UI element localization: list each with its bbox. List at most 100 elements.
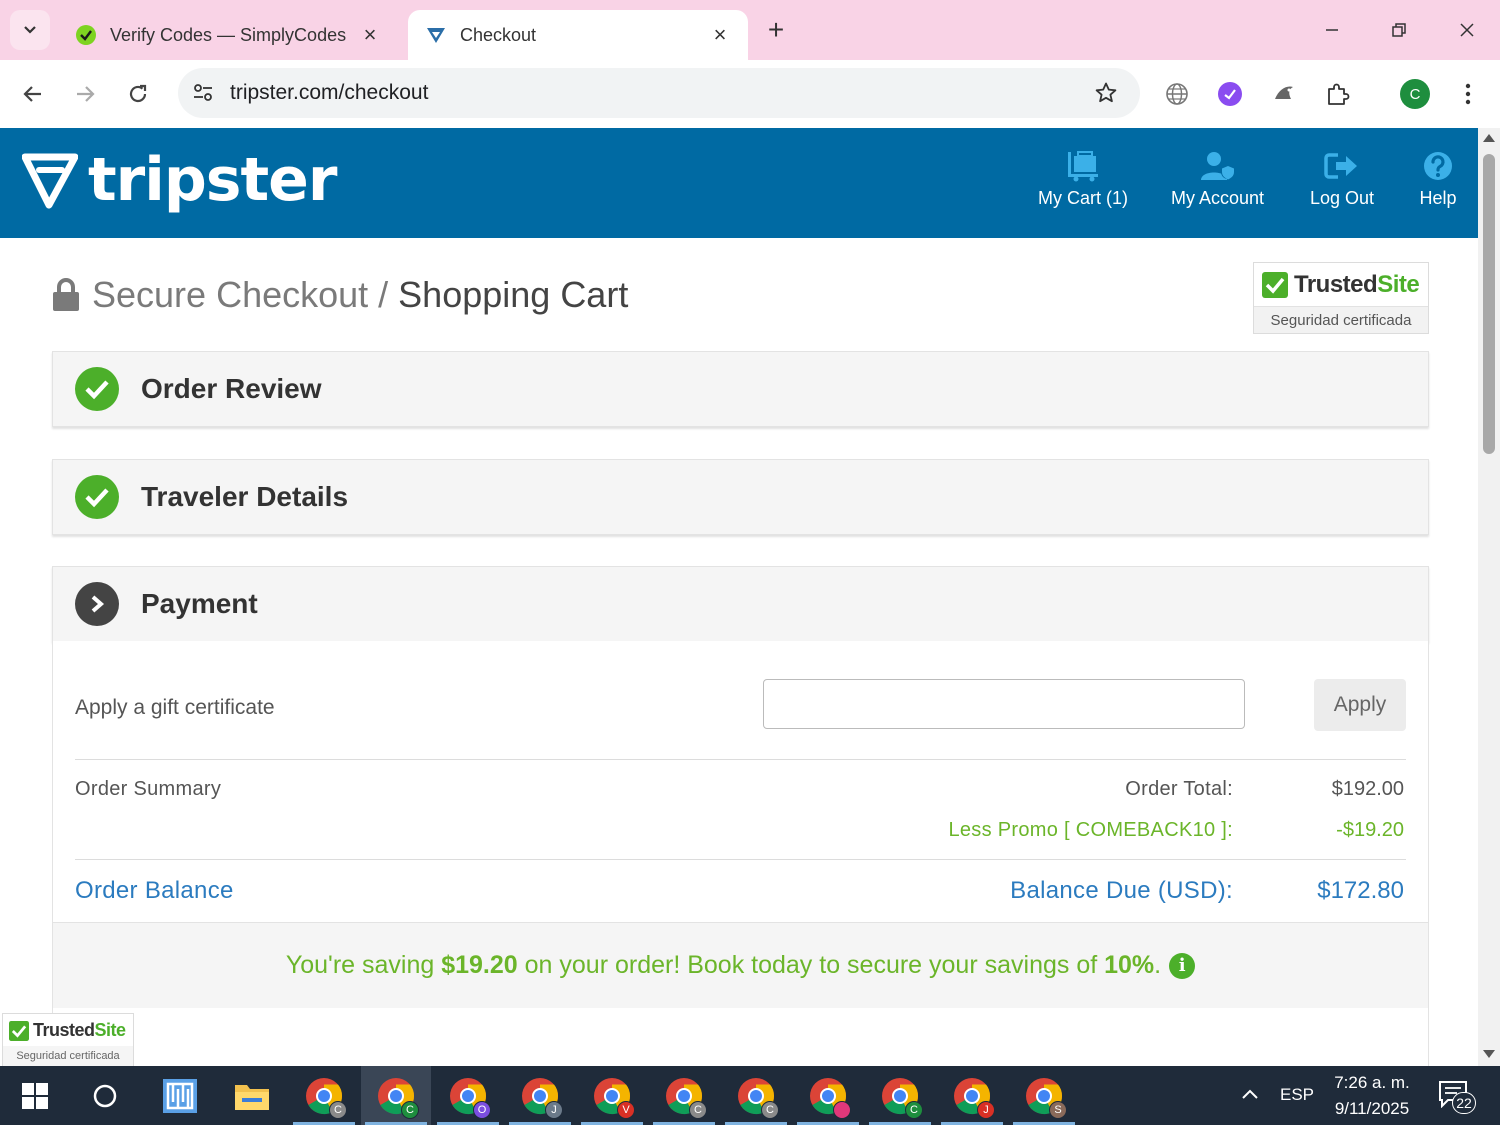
extension-globe-button[interactable]	[1159, 76, 1195, 112]
back-button[interactable]	[13, 74, 53, 114]
trustedsite-check-icon	[1262, 272, 1288, 298]
nav-log-out[interactable]: Log Out	[1310, 148, 1374, 209]
taskbar-chrome-window[interactable]: C	[721, 1066, 791, 1125]
check-circle-icon	[75, 475, 119, 519]
restore-button[interactable]	[1381, 12, 1417, 48]
tab-checkout[interactable]: Checkout ×	[408, 10, 748, 60]
close-icon[interactable]: ×	[358, 22, 382, 47]
payment-panel: Apply a gift certificate Apply Order Sum…	[52, 641, 1429, 1066]
profile-button[interactable]: C	[1397, 76, 1433, 112]
chrome-icon: C	[665, 1077, 707, 1119]
nav-label: My Cart (1)	[1038, 188, 1128, 208]
nav-my-cart[interactable]: My Cart (1)	[1038, 148, 1128, 209]
windows-logo-icon	[22, 1082, 48, 1109]
search-button[interactable]	[70, 1066, 140, 1125]
taskbar-file-explorer[interactable]	[217, 1066, 287, 1125]
new-tab-button[interactable]: +	[760, 14, 792, 46]
section-title: Order Review	[141, 373, 322, 404]
balance-due-label: Balance Due (USD):	[1010, 877, 1233, 904]
tripster-logo[interactable]: tripster	[22, 145, 337, 215]
scroll-up-arrow-icon[interactable]	[1483, 134, 1495, 142]
chrome-icon: J	[521, 1077, 563, 1119]
chrome-icon: C	[377, 1077, 419, 1119]
order-balance-label: Order Balance	[75, 877, 234, 904]
notification-center-button[interactable]: 22	[1436, 1078, 1476, 1114]
chrome-icon: C	[305, 1077, 347, 1119]
chrome-icon: C	[881, 1077, 923, 1119]
nav-help[interactable]: Help	[1418, 148, 1458, 209]
profile-badge: C	[329, 1100, 347, 1119]
help-icon	[1418, 148, 1458, 184]
show-hidden-icons-button[interactable]	[1240, 1084, 1260, 1109]
lock-icon	[53, 278, 79, 311]
taskbar-chrome-window[interactable]: O	[433, 1066, 503, 1125]
chrome-icon: V	[593, 1077, 635, 1119]
taskbar-chrome-window[interactable]: J	[937, 1066, 1007, 1125]
section-traveler-details[interactable]: Traveler Details	[52, 459, 1429, 535]
taskbar-chrome-window[interactable]: J	[505, 1066, 575, 1125]
profile-badge: C	[689, 1100, 707, 1119]
taskbar-chrome-window[interactable]: V	[577, 1066, 647, 1125]
apply-button[interactable]: Apply	[1314, 679, 1406, 731]
nav-my-account[interactable]: My Account	[1171, 148, 1264, 209]
extension-purple-button[interactable]	[1212, 76, 1248, 112]
gift-certificate-input[interactable]	[763, 679, 1245, 729]
profile-badge: J	[977, 1100, 995, 1119]
chrome-icon: S	[1025, 1077, 1067, 1119]
forward-button[interactable]	[65, 74, 105, 114]
taskbar-chrome-window[interactable]: C	[649, 1066, 719, 1125]
address-bar[interactable]: tripster.com/checkout	[178, 68, 1140, 118]
cart-icon	[1063, 148, 1103, 184]
trustedsite-subtitle: Seguridad certificada	[1254, 306, 1428, 333]
language-indicator[interactable]: ESP	[1280, 1085, 1314, 1105]
reload-button[interactable]	[118, 74, 158, 114]
scroll-thumb[interactable]	[1483, 154, 1495, 454]
arrow-left-icon	[23, 86, 41, 102]
taskbar-app-maze[interactable]	[145, 1066, 215, 1125]
taskbar-chrome-window[interactable]: S	[1009, 1066, 1079, 1125]
profile-badge: J	[545, 1100, 563, 1119]
browser-menu-button[interactable]	[1450, 76, 1486, 112]
close-window-button[interactable]	[1449, 12, 1485, 48]
close-icon[interactable]: ×	[708, 22, 732, 47]
start-button[interactable]	[0, 1066, 70, 1125]
simplycodes-favicon-icon	[74, 23, 98, 47]
bookmark-star-icon[interactable]	[1088, 75, 1124, 111]
tab-title: Verify Codes — SimplyCodes	[110, 24, 347, 45]
taskbar-chrome-window[interactable]: C	[361, 1066, 431, 1125]
extension-bird-button[interactable]	[1266, 76, 1302, 112]
profile-badge: C	[401, 1100, 419, 1119]
close-icon	[1460, 23, 1474, 37]
savings-text: You're saving $19.20 on your order! Book…	[285, 951, 1162, 979]
taskbar-chrome-window[interactable]: C	[289, 1066, 359, 1125]
clock[interactable]: 7:26 a. m. 9/11/2025	[1318, 1070, 1426, 1122]
logo-text: tripster	[88, 145, 337, 215]
trustedsite-floating-badge[interactable]: TrustedSite Seguridad certificada	[2, 1013, 134, 1067]
info-icon[interactable]: i	[1169, 952, 1196, 979]
site-settings-icon[interactable]	[188, 78, 218, 108]
section-payment[interactable]: Payment	[52, 566, 1429, 642]
chrome-icon	[809, 1077, 851, 1119]
browser-tab-bar: Verify Codes — SimplyCodes × Checkout × …	[0, 0, 1500, 60]
tab-search-button[interactable]	[10, 10, 50, 50]
divider	[75, 759, 1406, 760]
tab-simplycodes[interactable]: Verify Codes — SimplyCodes ×	[58, 10, 398, 60]
section-title: Payment	[141, 588, 258, 619]
taskbar-chrome-window[interactable]	[793, 1066, 863, 1125]
browser-toolbar: tripster.com/checkout C	[0, 60, 1500, 128]
page-scrollbar[interactable]	[1478, 128, 1500, 1066]
chevron-up-icon	[1242, 1089, 1258, 1099]
trustedsite-badge[interactable]: TrustedSite Seguridad certificada	[1253, 262, 1429, 334]
section-order-review[interactable]: Order Review	[52, 351, 1429, 427]
gift-certificate-label: Apply a gift certificate	[75, 696, 275, 719]
scroll-down-arrow-icon[interactable]	[1483, 1050, 1495, 1058]
url-text[interactable]: tripster.com/checkout	[230, 81, 1088, 105]
extensions-button[interactable]	[1319, 76, 1355, 112]
logout-icon	[1322, 148, 1362, 184]
restore-icon	[1392, 23, 1406, 37]
balance-due-value: $172.80	[1317, 877, 1404, 904]
order-total-label: Order Total:	[1125, 778, 1233, 800]
minimize-button[interactable]	[1314, 12, 1350, 48]
taskbar-chrome-window[interactable]: C	[865, 1066, 935, 1125]
kebab-menu-icon	[1465, 83, 1471, 105]
